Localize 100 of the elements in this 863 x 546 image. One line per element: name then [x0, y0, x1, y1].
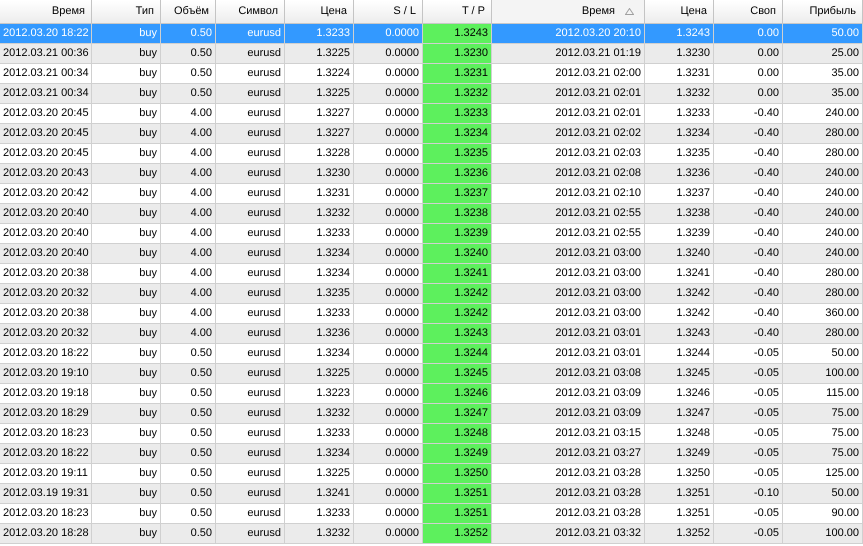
- table-cell: 2012.03.21 02:03: [492, 144, 645, 163]
- table-cell: 2012.03.21 03:09: [492, 404, 645, 423]
- table-cell: 2012.03.20 20:43: [0, 164, 92, 183]
- table-row[interactable]: 2012.03.21 00:36 buy 0.50 eurusd 1.3225 0.0000 1.3230 2012.03.21 01:19 1.3230 0.00 25.00: [0, 44, 863, 64]
- table-cell: 1.3240: [423, 244, 492, 263]
- table-cell: 1.3230: [645, 44, 714, 63]
- table-row[interactable]: 2012.03.21 00:34 buy 0.50 eurusd 1.3224 0.0000 1.3231 2012.03.21 02:00 1.3231 0.00 35.00: [0, 64, 863, 84]
- table-cell: 1.3251: [423, 504, 492, 523]
- table-cell: eurusd: [216, 84, 285, 103]
- table-cell: eurusd: [216, 304, 285, 323]
- table-cell: 1.3224: [285, 64, 354, 83]
- column-header[interactable]: Время: [0, 0, 92, 23]
- table-cell: 2012.03.21 02:55: [492, 224, 645, 243]
- column-header[interactable]: S / L: [354, 0, 423, 23]
- table-cell: 0.00: [714, 44, 783, 63]
- table-cell: 2012.03.21 02:10: [492, 184, 645, 203]
- table-row[interactable]: 2012.03.19 19:31 buy 0.50 eurusd 1.3241 0.0000 1.3251 2012.03.21 03:28 1.3251 -0.10 50.00: [0, 484, 863, 504]
- column-header[interactable]: Время: [492, 0, 645, 23]
- table-row[interactable]: 2012.03.20 20:43 buy 4.00 eurusd 1.3230 0.0000 1.3236 2012.03.21 02:08 1.3236 -0.40 240.00: [0, 164, 863, 184]
- table-cell: 2012.03.20 20:38: [0, 264, 92, 283]
- column-header[interactable]: Символ: [216, 0, 285, 23]
- table-row[interactable]: 2012.03.20 20:40 buy 4.00 eurusd 1.3232 0.0000 1.3238 2012.03.21 02:55 1.3238 -0.40 240.00: [0, 204, 863, 224]
- table-cell: 2012.03.21 03:15: [492, 424, 645, 443]
- table-cell: 2012.03.20 20:42: [0, 184, 92, 203]
- table-row[interactable]: 2012.03.20 18:28 buy 0.50 eurusd 1.3232 0.0000 1.3252 2012.03.21 03:32 1.3252 -0.05 100.00: [0, 524, 863, 544]
- table-cell: eurusd: [216, 184, 285, 203]
- table-cell: buy: [92, 204, 161, 223]
- table-cell: buy: [92, 284, 161, 303]
- table-cell: 0.50: [161, 24, 216, 43]
- table-cell: 0.50: [161, 384, 216, 403]
- table-row[interactable]: 2012.03.20 20:42 buy 4.00 eurusd 1.3231 0.0000 1.3237 2012.03.21 02:10 1.3237 -0.40 240.00: [0, 184, 863, 204]
- table-cell: 2012.03.20 20:38: [0, 304, 92, 323]
- table-cell: 1.3246: [423, 384, 492, 403]
- table-cell: 4.00: [161, 124, 216, 143]
- table-row[interactable]: 2012.03.20 20:45 buy 4.00 eurusd 1.3227 0.0000 1.3233 2012.03.21 02:01 1.3233 -0.40 240.00: [0, 104, 863, 124]
- table-cell: 2012.03.20 18:22: [0, 344, 92, 363]
- table-cell: eurusd: [216, 64, 285, 83]
- table-row[interactable]: 2012.03.20 20:38 buy 4.00 eurusd 1.3233 0.0000 1.3242 2012.03.21 03:00 1.3242 -0.40 360.00: [0, 304, 863, 324]
- table-cell: 2012.03.20 19:10: [0, 364, 92, 383]
- table-cell: 1.3242: [645, 304, 714, 323]
- table-cell: 1.3249: [645, 444, 714, 463]
- table-row[interactable]: 2012.03.20 20:40 buy 4.00 eurusd 1.3233 0.0000 1.3239 2012.03.21 02:55 1.3239 -0.40 240.00: [0, 224, 863, 244]
- table-row[interactable]: 2012.03.20 20:45 buy 4.00 eurusd 1.3228 0.0000 1.3235 2012.03.21 02:03 1.3235 -0.40 280.00: [0, 144, 863, 164]
- table-cell: 50.00: [783, 24, 863, 43]
- table-cell: -0.40: [714, 184, 783, 203]
- table-cell: 2012.03.20 18:23: [0, 424, 92, 443]
- table-row[interactable]: 2012.03.20 20:32 buy 4.00 eurusd 1.3235 0.0000 1.3242 2012.03.21 03:00 1.3242 -0.40 280.00: [0, 284, 863, 304]
- table-cell: 100.00: [783, 364, 863, 383]
- table-cell: 1.3234: [645, 124, 714, 143]
- table-row[interactable]: 2012.03.20 18:29 buy 0.50 eurusd 1.3232 0.0000 1.3247 2012.03.21 03:09 1.3247 -0.05 75.00: [0, 404, 863, 424]
- table-row[interactable]: 2012.03.20 18:23 buy 0.50 eurusd 1.3233 0.0000 1.3251 2012.03.21 03:28 1.3251 -0.05 90.00: [0, 504, 863, 524]
- table-cell: 75.00: [783, 424, 863, 443]
- table-cell: 2012.03.21 03:28: [492, 484, 645, 503]
- table-cell: 1.3238: [423, 204, 492, 223]
- table-cell: 2012.03.21 03:01: [492, 344, 645, 363]
- table-cell: 1.3233: [285, 504, 354, 523]
- table-cell: buy: [92, 524, 161, 543]
- table-cell: -0.40: [714, 204, 783, 223]
- table-cell: 1.3251: [423, 484, 492, 503]
- table-row[interactable]: 2012.03.20 20:40 buy 4.00 eurusd 1.3234 0.0000 1.3240 2012.03.21 03:00 1.3240 -0.40 240.00: [0, 244, 863, 264]
- table-row[interactable]: 2012.03.20 18:22 buy 0.50 eurusd 1.3234 0.0000 1.3244 2012.03.21 03:01 1.3244 -0.05 50.00: [0, 344, 863, 364]
- table-cell: buy: [92, 24, 161, 43]
- column-header[interactable]: Своп: [714, 0, 783, 23]
- column-header[interactable]: Цена: [645, 0, 714, 23]
- table-cell: 2012.03.20 20:32: [0, 284, 92, 303]
- table-cell: buy: [92, 484, 161, 503]
- column-header[interactable]: Тип: [92, 0, 161, 23]
- table-row[interactable]: 2012.03.20 20:38 buy 4.00 eurusd 1.3234 0.0000 1.3241 2012.03.21 03:00 1.3241 -0.40 280.00: [0, 264, 863, 284]
- table-row[interactable]: 2012.03.20 19:11 buy 0.50 eurusd 1.3225 0.0000 1.3250 2012.03.21 03:28 1.3250 -0.05 125.00: [0, 464, 863, 484]
- table-cell: buy: [92, 384, 161, 403]
- table-row[interactable]: 2012.03.20 20:45 buy 4.00 eurusd 1.3227 0.0000 1.3234 2012.03.21 02:02 1.3234 -0.40 280.00: [0, 124, 863, 144]
- table-cell: 4.00: [161, 104, 216, 123]
- table-row[interactable]: 2012.03.20 20:32 buy 4.00 eurusd 1.3236 0.0000 1.3243 2012.03.21 03:01 1.3243 -0.40 280.00: [0, 324, 863, 344]
- column-header[interactable]: Прибыль: [783, 0, 863, 23]
- table-cell: 0.00: [714, 24, 783, 43]
- table-cell: -0.05: [714, 344, 783, 363]
- table-row[interactable]: 2012.03.20 18:22 buy 0.50 eurusd 1.3234 0.0000 1.3249 2012.03.21 03:27 1.3249 -0.05 75.00: [0, 444, 863, 464]
- column-header[interactable]: Объём: [161, 0, 216, 23]
- table-cell: 1.3245: [423, 364, 492, 383]
- table-row[interactable]: 2012.03.20 19:18 buy 0.50 eurusd 1.3223 0.0000 1.3246 2012.03.21 03:09 1.3246 -0.05 115.00: [0, 384, 863, 404]
- table-cell: 0.50: [161, 344, 216, 363]
- table-cell: -0.40: [714, 104, 783, 123]
- table-cell: -0.40: [714, 324, 783, 343]
- table-cell: 240.00: [783, 224, 863, 243]
- column-header[interactable]: Цена: [285, 0, 354, 23]
- table-cell: buy: [92, 364, 161, 383]
- table-cell: 1.3232: [423, 84, 492, 103]
- table-cell: 1.3234: [285, 444, 354, 463]
- table-cell: 1.3231: [285, 184, 354, 203]
- table-row[interactable]: 2012.03.20 18:22 buy 0.50 eurusd 1.3233 0.0000 1.3243 2012.03.20 20:10 1.3243 0.00 50.00: [0, 24, 863, 44]
- table-row[interactable]: 2012.03.21 00:34 buy 0.50 eurusd 1.3225 0.0000 1.3232 2012.03.21 02:01 1.3232 0.00 35.00: [0, 84, 863, 104]
- table-cell: 2012.03.20 19:18: [0, 384, 92, 403]
- table-cell: 1.3237: [645, 184, 714, 203]
- table-cell: eurusd: [216, 524, 285, 543]
- table-cell: 1.3250: [645, 464, 714, 483]
- table-row[interactable]: 2012.03.20 18:23 buy 0.50 eurusd 1.3233 0.0000 1.3248 2012.03.21 03:15 1.3248 -0.05 75.00: [0, 424, 863, 444]
- table-cell: 0.00: [714, 64, 783, 83]
- table-cell: 35.00: [783, 84, 863, 103]
- table-cell: 0.50: [161, 424, 216, 443]
- table-row[interactable]: 2012.03.20 19:10 buy 0.50 eurusd 1.3225 0.0000 1.3245 2012.03.21 03:08 1.3245 -0.05 100.00: [0, 364, 863, 384]
